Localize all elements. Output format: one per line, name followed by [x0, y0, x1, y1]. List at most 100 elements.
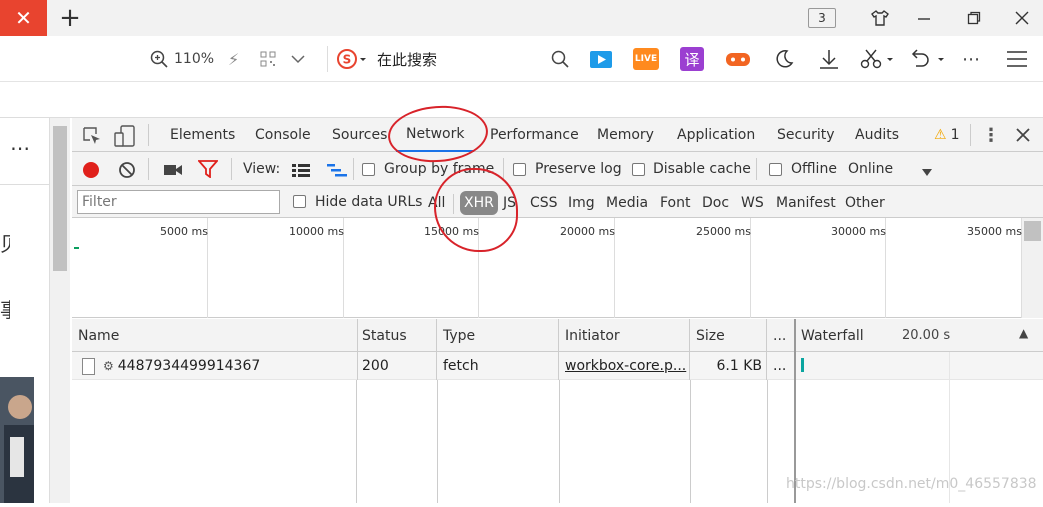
tab-count-badge[interactable]: 3: [808, 8, 836, 28]
live-label: LIVE: [633, 48, 659, 70]
qrcode-icon[interactable]: [260, 44, 276, 74]
column-status[interactable]: Status: [356, 319, 437, 352]
tab-console[interactable]: Console: [255, 118, 311, 152]
disable-cache-checkbox[interactable]: [632, 163, 645, 176]
scissors-icon[interactable]: [860, 44, 894, 74]
network-overview[interactable]: [72, 218, 1043, 318]
moon-icon[interactable]: [774, 44, 794, 74]
hide-data-urls-checkbox[interactable]: [293, 195, 306, 208]
filter-other[interactable]: Other: [845, 189, 885, 217]
filter-icon[interactable]: [197, 160, 219, 182]
divider: [0, 184, 50, 185]
column-divider: [767, 380, 768, 503]
zoom-level[interactable]: 110%: [174, 44, 214, 74]
restore-icon[interactable]: [962, 6, 986, 30]
sogou-icon[interactable]: S: [337, 44, 367, 74]
page-char: 事: [0, 294, 10, 323]
filter-input[interactable]: [77, 190, 280, 214]
tab-sources[interactable]: Sources: [332, 118, 387, 152]
column-divider: [559, 380, 560, 503]
filter-font[interactable]: Font: [660, 189, 690, 217]
overview-tick-label: 5000 ms: [160, 225, 208, 238]
video-capture-icon[interactable]: [163, 162, 183, 181]
overview-scrollbar-thumb[interactable]: [1024, 221, 1041, 241]
tab-elements[interactable]: Elements: [170, 118, 235, 152]
live-icon[interactable]: LIVE: [633, 44, 659, 74]
undo-icon[interactable]: [908, 44, 946, 74]
offline-checkbox[interactable]: [769, 163, 782, 176]
game-icon[interactable]: [725, 44, 751, 74]
overview-icon[interactable]: [326, 162, 348, 181]
filter-manifest[interactable]: Manifest: [776, 189, 836, 217]
document-icon: [82, 357, 95, 375]
group-by-frame-checkbox[interactable]: [362, 163, 375, 176]
offline-label: Offline: [791, 161, 837, 177]
preserve-log-checkbox[interactable]: [513, 163, 526, 176]
more-icon[interactable]: ⋯: [962, 44, 980, 74]
waterfall-scale: 20.00 s: [902, 328, 951, 343]
warning-indicator[interactable]: ⚠ 1: [934, 118, 959, 152]
more-dots[interactable]: ⋯: [10, 136, 30, 160]
filter-css[interactable]: CSS: [530, 189, 558, 217]
column-size[interactable]: Size: [690, 319, 767, 352]
close-icon[interactable]: ✕: [0, 0, 47, 36]
device-toggle-icon[interactable]: [114, 125, 136, 151]
page-photo: [0, 377, 34, 503]
overview-tick-label: 25000 ms: [696, 225, 751, 238]
tab-application[interactable]: Application: [677, 118, 755, 152]
tab-security[interactable]: Security: [777, 118, 835, 152]
shirt-icon[interactable]: [868, 6, 892, 30]
translate-icon[interactable]: 译: [680, 44, 704, 74]
page-header-strip: [0, 83, 1043, 118]
clear-icon[interactable]: [118, 161, 136, 183]
warning-count: 1: [950, 127, 960, 143]
column-initiator[interactable]: Initiator: [559, 319, 690, 352]
divider: [231, 158, 232, 180]
download-icon[interactable]: [818, 44, 840, 74]
scrollbar-thumb[interactable]: [53, 126, 67, 271]
column-name[interactable]: Name: [72, 319, 358, 352]
row-name-cell[interactable]: ⚙ 4487934499914367: [72, 352, 358, 380]
record-icon[interactable]: [82, 161, 100, 183]
row-size-cell: 6.1 KB: [690, 352, 767, 380]
sort-up-icon[interactable]: ▲: [1019, 326, 1028, 340]
overview-tick-label: 35000 ms: [967, 225, 1022, 238]
video-icon[interactable]: [589, 44, 613, 74]
svg-text:S: S: [343, 53, 352, 67]
search-input[interactable]: 在此搜索: [377, 44, 437, 74]
divider: [970, 124, 971, 146]
warning-icon: ⚠: [934, 127, 947, 143]
filter-img[interactable]: Img: [568, 189, 595, 217]
window-close-icon[interactable]: [1010, 6, 1034, 30]
chevron-down-icon[interactable]: [291, 44, 305, 74]
overview-request-bar: [74, 247, 79, 249]
throttling-select[interactable]: Online: [848, 152, 893, 186]
divider: [148, 124, 149, 146]
search-icon[interactable]: [551, 44, 569, 74]
row-initiator-link[interactable]: workbox-core.p...: [559, 352, 690, 380]
devtools-menu-icon[interactable]: ⋮: [982, 118, 1000, 152]
column-type[interactable]: Type: [437, 319, 559, 352]
filter-media[interactable]: Media: [606, 189, 648, 217]
chevron-down-icon[interactable]: [921, 163, 933, 182]
plus-icon[interactable]: +: [56, 2, 84, 34]
menu-icon[interactable]: [1006, 44, 1028, 74]
column-waterfall[interactable]: Waterfall 20.00 s ▲: [795, 319, 1043, 352]
large-rows-icon[interactable]: [291, 162, 311, 181]
waterfall-bar: [801, 358, 804, 372]
overview-tick-label: 30000 ms: [831, 225, 886, 238]
minimize-icon[interactable]: [912, 6, 936, 30]
filter-ws[interactable]: WS: [741, 189, 764, 217]
inspect-icon[interactable]: [82, 126, 102, 150]
lightning-icon[interactable]: ⚡: [228, 44, 239, 74]
divider: [148, 158, 149, 180]
overview-tick-label: 10000 ms: [289, 225, 344, 238]
filter-doc[interactable]: Doc: [702, 189, 729, 217]
zoom-icon[interactable]: [150, 44, 168, 74]
tab-memory[interactable]: Memory: [597, 118, 654, 152]
tab-audits[interactable]: Audits: [855, 118, 899, 152]
page-char: 贝: [0, 228, 10, 257]
tab-performance[interactable]: Performance: [490, 118, 579, 152]
column-more[interactable]: ...: [767, 319, 795, 352]
devtools-close-icon[interactable]: [1016, 118, 1030, 152]
